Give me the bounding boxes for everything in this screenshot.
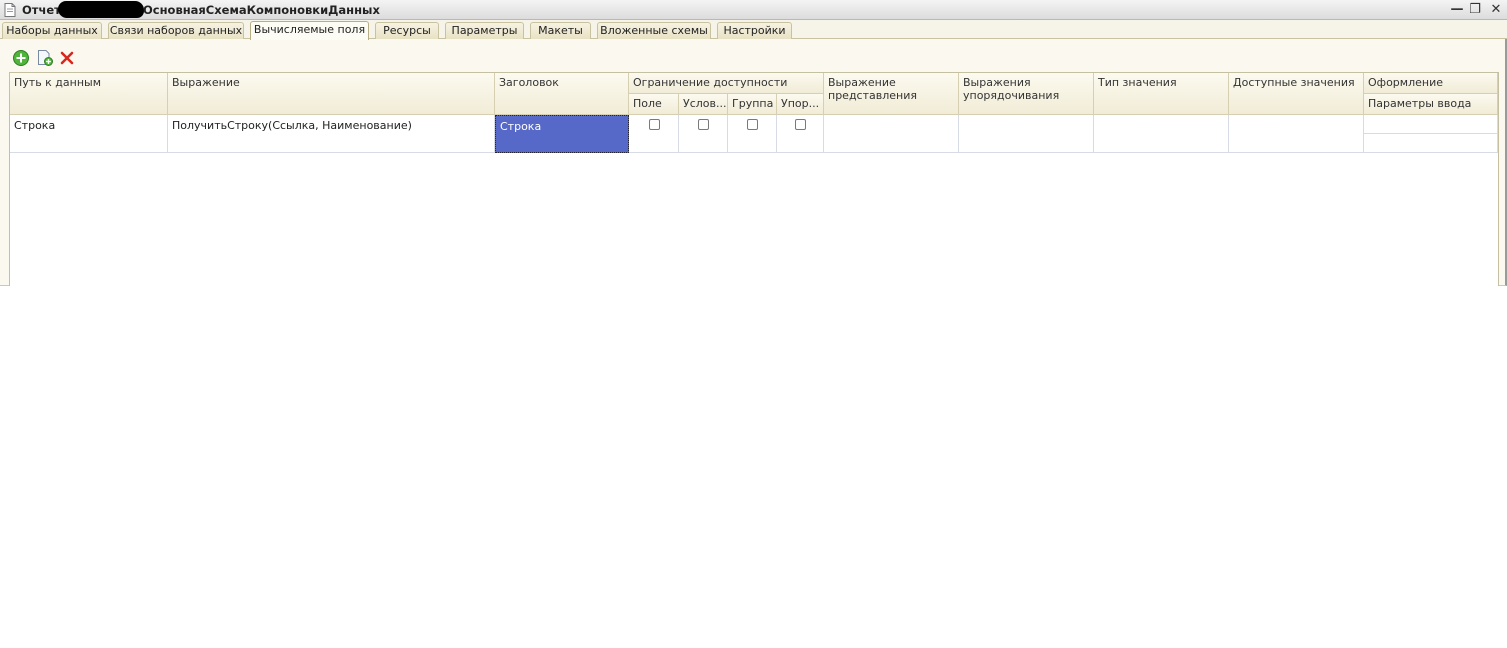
copy-icon[interactable] xyxy=(36,49,54,67)
tab-templates[interactable]: Макеты xyxy=(530,22,591,39)
cell-title[interactable]: Строка xyxy=(495,115,629,153)
tab-parameters[interactable]: Параметры xyxy=(445,22,524,39)
header-expression[interactable]: Выражение xyxy=(168,73,495,115)
cell-presentation-expression[interactable] xyxy=(824,115,959,153)
header-title[interactable]: Заголовок xyxy=(495,73,629,115)
cell-value-type[interactable] xyxy=(1094,115,1229,153)
cell-appearance[interactable] xyxy=(1364,115,1498,134)
report-window: Отчет ОсновнаяСхемаКомпоновкиДанных — ❐ … xyxy=(0,0,1507,286)
cell-restriction-condition[interactable] xyxy=(679,115,728,153)
header-presentation-expression[interactable]: Выражение представления xyxy=(824,73,959,115)
header-appearance[interactable]: Оформление xyxy=(1364,73,1498,94)
header-restriction-condition[interactable]: Услов... xyxy=(679,94,728,115)
tab-resources[interactable]: Ресурсы xyxy=(375,22,439,39)
tab-datasets[interactable]: Наборы данных xyxy=(2,22,102,39)
calculated-fields-table: Путь к данным Выражение Заголовок Ограни… xyxy=(9,72,1499,286)
tab-strip: Наборы данных Связи наборов данных Вычис… xyxy=(0,20,1507,40)
cell-available-values[interactable] xyxy=(1229,115,1364,153)
header-restriction-order[interactable]: Упор... xyxy=(777,94,824,115)
document-icon xyxy=(4,3,16,17)
cell-order-expression[interactable] xyxy=(959,115,1094,153)
add-circle-icon[interactable] xyxy=(12,49,30,67)
restriction-order-checkbox[interactable] xyxy=(795,119,806,130)
cell-input-params[interactable] xyxy=(1364,134,1498,153)
redacted-area xyxy=(58,1,144,18)
restriction-condition-checkbox[interactable] xyxy=(698,119,709,130)
title-bar: Отчет ОсновнаяСхемаКомпоновкиДанных — ❐ … xyxy=(0,0,1507,20)
restore-button[interactable]: ❐ xyxy=(1467,2,1483,18)
tab-settings[interactable]: Настройки xyxy=(717,22,792,39)
window-title: ОсновнаяСхемаКомпоновкиДанных xyxy=(143,3,380,17)
header-restriction-group[interactable]: Группа xyxy=(728,94,777,115)
tab-calculated-fields[interactable]: Вычисляемые поля xyxy=(250,21,369,40)
header-path[interactable]: Путь к данным xyxy=(10,73,168,115)
header-restriction[interactable]: Ограничение доступности xyxy=(629,73,824,94)
header-order-expression[interactable]: Выражения упорядочивания xyxy=(959,73,1094,115)
header-available-values[interactable]: Доступные значения xyxy=(1229,73,1364,115)
tab-dataset-links[interactable]: Связи наборов данных xyxy=(108,22,244,39)
cell-restriction-order[interactable] xyxy=(777,115,824,153)
restriction-group-checkbox[interactable] xyxy=(747,119,758,130)
toolbar xyxy=(0,40,1507,70)
header-value-type[interactable]: Тип значения xyxy=(1094,73,1229,115)
delete-x-icon[interactable] xyxy=(58,49,76,67)
cell-expression[interactable]: ПолучитьСтроку(Ссылка, Наименование) xyxy=(168,115,495,153)
window-title-prefix: Отчет xyxy=(22,3,61,17)
restriction-field-checkbox[interactable] xyxy=(649,119,660,130)
tab-nested-schemas[interactable]: Вложенные схемы xyxy=(597,22,711,39)
close-button[interactable]: ✕ xyxy=(1488,2,1504,18)
header-input-params[interactable]: Параметры ввода xyxy=(1364,94,1498,115)
header-restriction-field[interactable]: Поле xyxy=(629,94,679,115)
minimize-button[interactable]: — xyxy=(1449,2,1465,18)
cell-path[interactable]: Строка xyxy=(10,115,168,153)
cell-restriction-field[interactable] xyxy=(629,115,679,153)
cell-restriction-group[interactable] xyxy=(728,115,777,153)
